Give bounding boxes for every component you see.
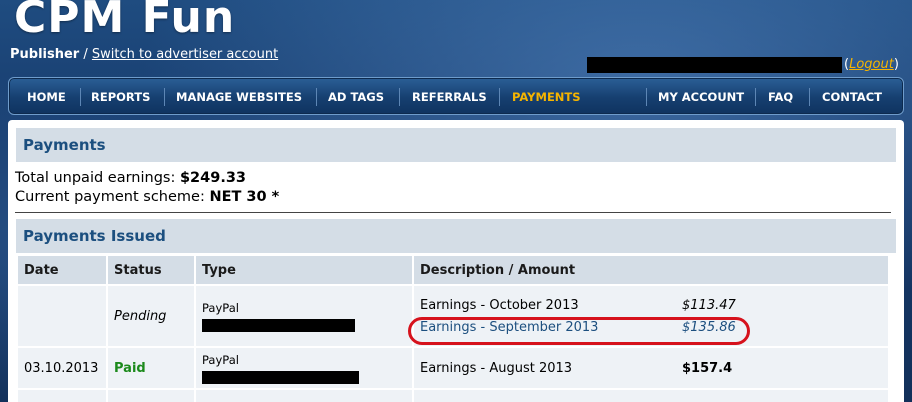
content-panel: Payments Total unpaid earnings: $249.33 … — [8, 120, 904, 402]
table-row — [18, 390, 888, 402]
earnings-amount: $113.47 — [682, 297, 736, 313]
column-header-date: Date — [18, 256, 106, 284]
nav-my-account[interactable]: MY ACCOUNT — [658, 78, 744, 116]
nav-separator — [809, 88, 810, 106]
table-header-row: Date Status Type Description / Amount — [18, 256, 888, 284]
unpaid-earnings-label: Total unpaid earnings: — [15, 170, 176, 186]
highlight-annotation-circle — [408, 317, 750, 345]
unpaid-earnings-line: Total unpaid earnings: $249.33 — [15, 170, 246, 186]
nav-separator — [755, 88, 756, 106]
nav-contact[interactable]: CONTACT — [822, 78, 882, 116]
redacted-username — [587, 57, 842, 73]
column-header-description: Description / Amount — [414, 256, 888, 284]
nav-ad-tags[interactable]: AD TAGS — [328, 78, 384, 116]
cell-type — [196, 390, 412, 402]
redacted-paypal-email — [202, 318, 355, 332]
site-logo[interactable]: CPM Fun — [14, 0, 235, 43]
column-header-type: Type — [196, 256, 412, 284]
nav-separator — [164, 88, 165, 106]
redacted-paypal-email — [202, 370, 359, 384]
nav-faq[interactable]: FAQ — [768, 78, 793, 116]
nav-payments[interactable]: PAYMENTS — [512, 78, 581, 116]
nav-home[interactable]: HOME — [27, 78, 66, 116]
cell-status — [108, 390, 194, 402]
nav-reports[interactable]: REPORTS — [91, 78, 150, 116]
logout-wrapper: (Logout) — [844, 57, 899, 72]
cell-type: PayPal — [196, 286, 412, 346]
earnings-amount: $157.4 — [682, 360, 733, 376]
role-label: Publisher — [10, 47, 80, 62]
nav-manage-websites[interactable]: MANAGE WEBSITES — [176, 78, 302, 116]
payments-issued-title: Payments Issued — [16, 219, 896, 253]
nav-separator — [80, 88, 81, 106]
role-separator: / — [83, 47, 88, 62]
cell-date — [18, 286, 106, 346]
table-row: 03.10.2013 Paid PayPal Earnings - August… — [18, 348, 888, 388]
earnings-description: Earnings - October 2013 — [420, 297, 579, 313]
cell-type: PayPal — [196, 348, 412, 388]
cell-description — [414, 390, 888, 402]
nav-separator — [316, 88, 317, 106]
cell-status-pending: Pending — [108, 286, 194, 346]
switch-account-link[interactable]: Switch to advertiser account — [92, 47, 278, 62]
payment-scheme-value: NET 30 * — [209, 189, 280, 205]
cell-status-paid: Paid — [108, 348, 194, 388]
cell-date — [18, 390, 106, 402]
nav-separator — [399, 88, 400, 106]
nav-separator — [646, 88, 647, 106]
nav-separator — [499, 88, 500, 106]
payment-type-label: PayPal — [202, 300, 239, 315]
nav-referrals[interactable]: REFERRALS — [412, 78, 487, 116]
main-nav: HOME REPORTS MANAGE WEBSITES AD TAGS REF… — [8, 77, 904, 115]
cell-description: Earnings - August 2013 $157.4 — [414, 348, 888, 388]
payments-section-title: Payments — [16, 128, 896, 162]
earnings-description: Earnings - August 2013 — [420, 360, 573, 376]
payment-scheme-label: Current payment scheme: — [15, 189, 205, 205]
payment-type-label: PayPal — [202, 352, 239, 367]
payment-scheme-line: Current payment scheme: NET 30 * — [15, 189, 279, 205]
earnings-item: Earnings - October 2013 $113.47 — [420, 294, 888, 316]
cell-date: 03.10.2013 — [18, 348, 106, 388]
earnings-item: Earnings - August 2013 $157.4 — [420, 357, 888, 379]
logout-link[interactable]: Logout — [849, 57, 894, 72]
account-line: Publisher / Switch to advertiser account — [10, 47, 278, 62]
divider — [15, 212, 891, 213]
column-header-status: Status — [108, 256, 194, 284]
unpaid-earnings-value: $249.33 — [179, 170, 247, 186]
